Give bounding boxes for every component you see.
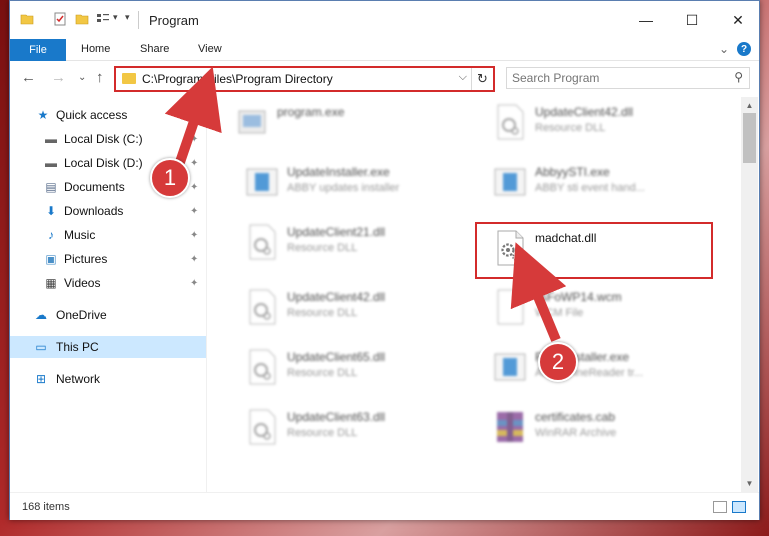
step-1-badge: 1: [150, 158, 190, 198]
step-2-badge: 2: [538, 342, 578, 382]
arrow-to-address-bar: [164, 66, 222, 170]
arrow-to-file: [510, 242, 567, 342]
annotation-arrows: [164, 66, 567, 342]
